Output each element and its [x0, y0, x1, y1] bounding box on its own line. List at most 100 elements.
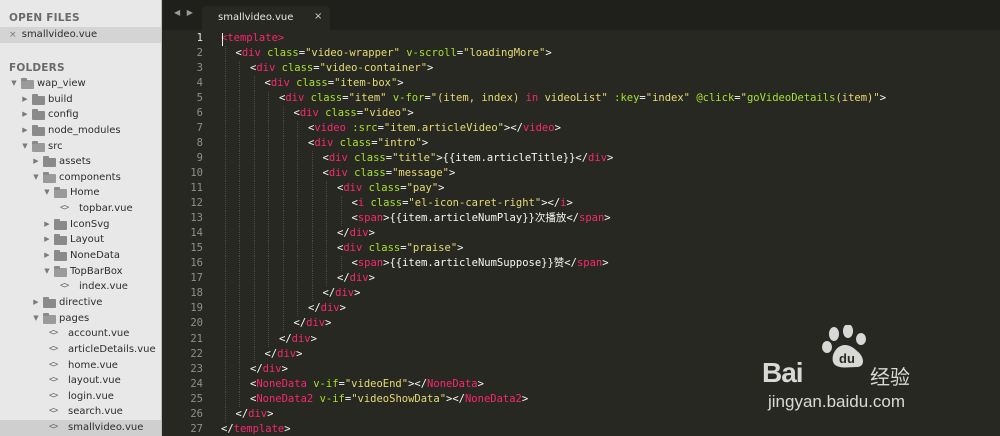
folder-item[interactable]: ▼ Home: [0, 185, 161, 201]
code-token: >: [879, 91, 887, 104]
code-line[interactable]: <div class="video-wrapper" v-scroll="loa…: [236, 46, 552, 61]
chevron-right-icon[interactable]: ▶: [32, 154, 40, 170]
file-item[interactable]: <> login.vue: [0, 389, 161, 405]
code-token: div: [285, 91, 305, 104]
chevron-down-icon[interactable]: ▼: [32, 311, 40, 327]
code-token: class: [368, 182, 401, 194]
folder-item[interactable]: ▶ config: [0, 107, 161, 123]
code-line[interactable]: <div class="praise">: [337, 241, 463, 256]
folder-item[interactable]: ▶ assets: [0, 154, 161, 170]
code-line[interactable]: </div>: [250, 362, 288, 377]
chevron-right-icon[interactable]: ▶: [43, 248, 51, 264]
folder-item[interactable]: ▶ directive: [0, 295, 161, 311]
code-line[interactable]: </div>: [294, 316, 332, 331]
chevron-right-icon[interactable]: ▶: [21, 107, 29, 123]
code-line[interactable]: <div class="item" v-for="(item, index) i…: [279, 91, 886, 106]
code-line[interactable]: <span>{{item.articleNumSuppose}}赞</span>: [352, 256, 609, 271]
folder-item[interactable]: ▶ build: [0, 92, 161, 108]
file-item[interactable]: <> account.vue: [0, 326, 161, 342]
code-token: class: [281, 61, 314, 74]
code-file-icon: <>: [60, 203, 69, 214]
chevron-down-icon[interactable]: ▼: [43, 185, 51, 201]
chevron-right-icon[interactable]: ▶: [21, 92, 29, 108]
line-number: 10: [190, 166, 203, 179]
line-number: 20: [190, 317, 203, 330]
folder-item[interactable]: ▼ components: [0, 170, 161, 186]
chevron-down-icon[interactable]: ▼: [10, 76, 18, 92]
chevron-down-icon[interactable]: ▼: [21, 139, 29, 155]
file-item[interactable]: <> smallvideo.vue: [0, 420, 161, 436]
code-line[interactable]: <div class="message">: [323, 166, 456, 181]
open-file-item[interactable]: × smallvideo.vue: [0, 27, 161, 43]
code-line[interactable]: <div class="title">{{item.articleTitle}}…: [323, 151, 614, 166]
code-line[interactable]: </div>: [337, 271, 375, 286]
chevron-down-icon[interactable]: ▼: [32, 170, 40, 186]
file-item[interactable]: <> index.vue: [0, 279, 161, 295]
folder-label: src: [48, 140, 63, 152]
indent-guide: [253, 241, 255, 257]
code-line[interactable]: <div class="video-container">: [250, 61, 433, 76]
indent-guide: [326, 256, 327, 272]
file-item[interactable]: <> articleDetails.vue: [0, 342, 161, 358]
chevron-right-icon[interactable]: ▶: [43, 232, 51, 248]
file-item[interactable]: <> topbar.vue: [0, 201, 161, 217]
folder-item[interactable]: ▶ IconSvg: [0, 217, 161, 233]
indent-guide: [224, 346, 226, 362]
code-line[interactable]: </div>: [337, 226, 375, 241]
code-line[interactable]: <video :src="item.articleVideo"></video>: [308, 121, 561, 136]
folder-item[interactable]: ▼ pages: [0, 311, 161, 327]
file-item[interactable]: <> search.vue: [0, 404, 161, 420]
code-line[interactable]: <div class="item-box">: [265, 76, 404, 91]
line-number: 23: [190, 362, 203, 375]
code-line[interactable]: </div>: [308, 301, 346, 316]
folder-item[interactable]: ▼ wap_view: [0, 76, 161, 92]
code-line[interactable]: <template>: [221, 31, 284, 46]
code-token: >: [438, 182, 445, 194]
open-file-label: smallvideo.vue: [21, 29, 98, 40]
line-number: 14: [190, 227, 203, 240]
folder-item[interactable]: ▶ NoneData: [0, 248, 161, 264]
indent-guide: [224, 211, 226, 227]
chevron-down-icon[interactable]: ▼: [43, 264, 51, 280]
code-token: </: [221, 422, 234, 435]
code-file-icon: <>: [49, 390, 58, 401]
code-line[interactable]: <NoneData2 v-if="videoShowData"></NoneDa…: [250, 392, 528, 407]
tab-smallvideo[interactable]: smallvideo.vue ×: [202, 6, 330, 30]
file-label: search.vue: [68, 406, 123, 418]
code-token: div: [328, 166, 348, 179]
indent-guide: [253, 301, 255, 317]
indent-guide: [297, 211, 298, 227]
file-item[interactable]: <> home.vue: [0, 358, 161, 374]
code-line[interactable]: <div class="video">: [294, 106, 414, 121]
folder-icon: [54, 250, 67, 262]
line-number: 6: [196, 106, 203, 119]
code-line[interactable]: </div>: [265, 347, 303, 362]
code-line[interactable]: <span>{{item.articleNumPlay}}次播放</span>: [352, 211, 611, 226]
code-token: >: [368, 272, 375, 285]
file-item[interactable]: <> layout.vue: [0, 373, 161, 389]
code-line[interactable]: <NoneData v-if="videoEnd"></NoneData>: [250, 377, 484, 392]
code-line[interactable]: <div class="intro">: [308, 136, 428, 151]
folder-item[interactable]: ▶ Layout: [0, 232, 161, 248]
folder-item[interactable]: ▼ src: [0, 139, 161, 155]
chevron-right-icon[interactable]: ▶: [32, 295, 40, 311]
code-line[interactable]: </div>: [236, 407, 274, 422]
svg-text:du: du: [839, 351, 855, 366]
indent-guide: [326, 181, 327, 197]
code-line[interactable]: </div>: [279, 332, 317, 347]
chevron-right-icon[interactable]: ▶: [43, 217, 51, 233]
folder-item[interactable]: ▼ TopBarBox: [0, 264, 161, 280]
file-label: topbar.vue: [79, 203, 133, 215]
tab-nav-arrows-icon[interactable]: ◀ ▶: [174, 8, 195, 17]
code-line[interactable]: </div>: [323, 286, 361, 301]
code-line[interactable]: <div class="pay">: [337, 181, 445, 196]
code-token: "pay": [406, 182, 439, 194]
close-icon[interactable]: ×: [9, 30, 17, 40]
folder-item[interactable]: ▶ node_modules: [0, 123, 161, 139]
line-number: 17: [190, 272, 203, 285]
tab-close-icon[interactable]: ×: [314, 11, 322, 22]
code-line[interactable]: <i class="el-icon-caret-right"></i>: [352, 196, 573, 211]
chevron-right-icon[interactable]: ▶: [21, 123, 29, 139]
code-line[interactable]: </template>: [221, 422, 291, 436]
indent-guide: [326, 196, 327, 212]
